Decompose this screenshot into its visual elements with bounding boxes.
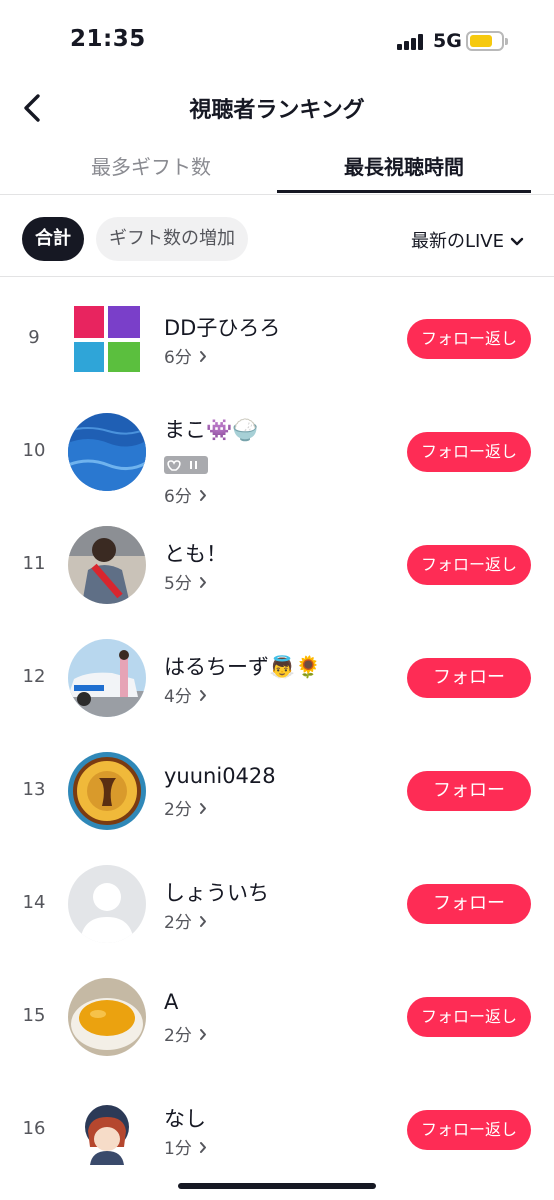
- chevron-right-icon: [199, 487, 207, 507]
- sort-label: 最新のLIVE: [410, 231, 504, 252]
- default-person-avatar: [68, 865, 146, 943]
- follow-back-button[interactable]: フォロー返し: [407, 319, 531, 359]
- list-item[interactable]: 16 なし 1分 フォロー返し: [0, 1074, 554, 1186]
- pool-water-avatar: [68, 413, 146, 491]
- chevron-right-icon: [199, 913, 207, 933]
- network-type: 5G: [433, 30, 462, 52]
- follow-button[interactable]: フォロー: [407, 658, 531, 698]
- watch-time[interactable]: 2分: [164, 1021, 207, 1046]
- chevron-right-icon: [199, 800, 207, 820]
- watch-time[interactable]: 4分: [164, 682, 207, 707]
- list-item[interactable]: 10 まこ👾🍚 6分 フォロー返し: [0, 396, 554, 508]
- tab-longest-watch-time[interactable]: 最長視聴時間: [277, 144, 531, 195]
- follow-back-button[interactable]: フォロー返し: [407, 1110, 531, 1150]
- chevron-down-icon: [510, 231, 524, 252]
- watch-time[interactable]: 2分: [164, 795, 207, 820]
- tab-most-gifts[interactable]: 最多ギフト数: [24, 144, 278, 195]
- rank-number: 11: [22, 553, 46, 574]
- follow-button[interactable]: フォロー: [407, 884, 531, 924]
- rank-number: 14: [22, 892, 46, 913]
- watch-time[interactable]: 2分: [164, 908, 207, 933]
- fan-badge-icon: [164, 456, 208, 474]
- watch-minutes: 4分: [164, 687, 192, 707]
- watch-minutes: 2分: [164, 1026, 192, 1046]
- rank-number: 10: [22, 440, 46, 461]
- rank-number: 9: [28, 327, 40, 348]
- rank-number: 13: [22, 779, 46, 800]
- rank-number: 12: [22, 666, 46, 687]
- watch-minutes: 5分: [164, 574, 192, 594]
- page-title: 視聴者ランキング: [189, 98, 365, 123]
- battery-icon: [466, 31, 508, 51]
- filter-row: 合計 ギフト数の増加 最新のLIVE: [0, 195, 554, 277]
- person-photo-avatar: [68, 526, 146, 604]
- watch-time[interactable]: 6分: [164, 482, 207, 507]
- list-item[interactable]: 12 はるちーず👼🌻 4分 フォロー: [0, 622, 554, 734]
- chevron-right-icon: [199, 1026, 207, 1046]
- rank-number: 16: [22, 1118, 46, 1139]
- filter-chip-total[interactable]: 合計: [22, 217, 84, 261]
- list-item[interactable]: 11 とも！ 5分 フォロー返し: [0, 509, 554, 621]
- text-logo-avatar: [68, 300, 146, 378]
- cellular-signal-icon: [397, 34, 427, 50]
- watch-time[interactable]: 1分: [164, 1134, 207, 1159]
- chevron-right-icon: [199, 1139, 207, 1159]
- hula-school-logo-avatar: [68, 752, 146, 830]
- viewer-name: とも！: [164, 542, 227, 566]
- car-photo-avatar: [68, 639, 146, 717]
- tab-bar: 最多ギフト数 最長視聴時間: [0, 144, 554, 195]
- follow-back-button[interactable]: フォロー返し: [407, 432, 531, 472]
- watch-minutes: 1分: [164, 1139, 192, 1159]
- viewer-name: yuuni0428: [164, 764, 276, 788]
- chevron-right-icon: [199, 574, 207, 594]
- filter-chip-gift-increase[interactable]: ギフト数の増加: [96, 217, 248, 261]
- sort-dropdown[interactable]: 最新のLIVE: [411, 227, 524, 253]
- watch-time[interactable]: 5分: [164, 569, 207, 594]
- viewer-name: DD子ひろろ: [164, 316, 281, 340]
- rank-number: 15: [22, 1005, 46, 1026]
- viewer-name: まこ👾🍚: [164, 418, 259, 442]
- follow-back-button[interactable]: フォロー返し: [407, 545, 531, 585]
- list-item[interactable]: 14 しょういち 2分 フォロー: [0, 848, 554, 960]
- watch-minutes: 6分: [164, 487, 192, 507]
- list-item[interactable]: 15 A 2分 フォロー返し: [0, 961, 554, 1073]
- watch-minutes: 6分: [164, 348, 192, 368]
- active-tab-indicator: [277, 190, 531, 193]
- list-item[interactable]: 9 DD子ひろろ 6分 フォロー返し: [0, 283, 554, 395]
- home-indicator[interactable]: [178, 1183, 376, 1189]
- cartoon-character-avatar: [68, 1091, 146, 1169]
- viewer-name: しょういち: [164, 881, 269, 905]
- chevron-right-icon: [199, 687, 207, 707]
- watch-time[interactable]: 6分: [164, 343, 207, 368]
- soup-bowl-avatar: [68, 978, 146, 1056]
- viewer-name: A: [164, 990, 179, 1014]
- follow-back-button[interactable]: フォロー返し: [407, 997, 531, 1037]
- follow-button[interactable]: フォロー: [407, 771, 531, 811]
- list-item[interactable]: 13 yuuni0428 2分 フォロー: [0, 735, 554, 847]
- viewer-name: なし: [164, 1107, 206, 1131]
- chevron-right-icon: [199, 348, 207, 368]
- watch-minutes: 2分: [164, 800, 192, 820]
- watch-minutes: 2分: [164, 913, 192, 933]
- status-time: 21:35: [70, 26, 146, 52]
- status-bar: 21:35 5G: [0, 0, 554, 84]
- viewer-name: はるちーず👼🌻: [164, 655, 322, 679]
